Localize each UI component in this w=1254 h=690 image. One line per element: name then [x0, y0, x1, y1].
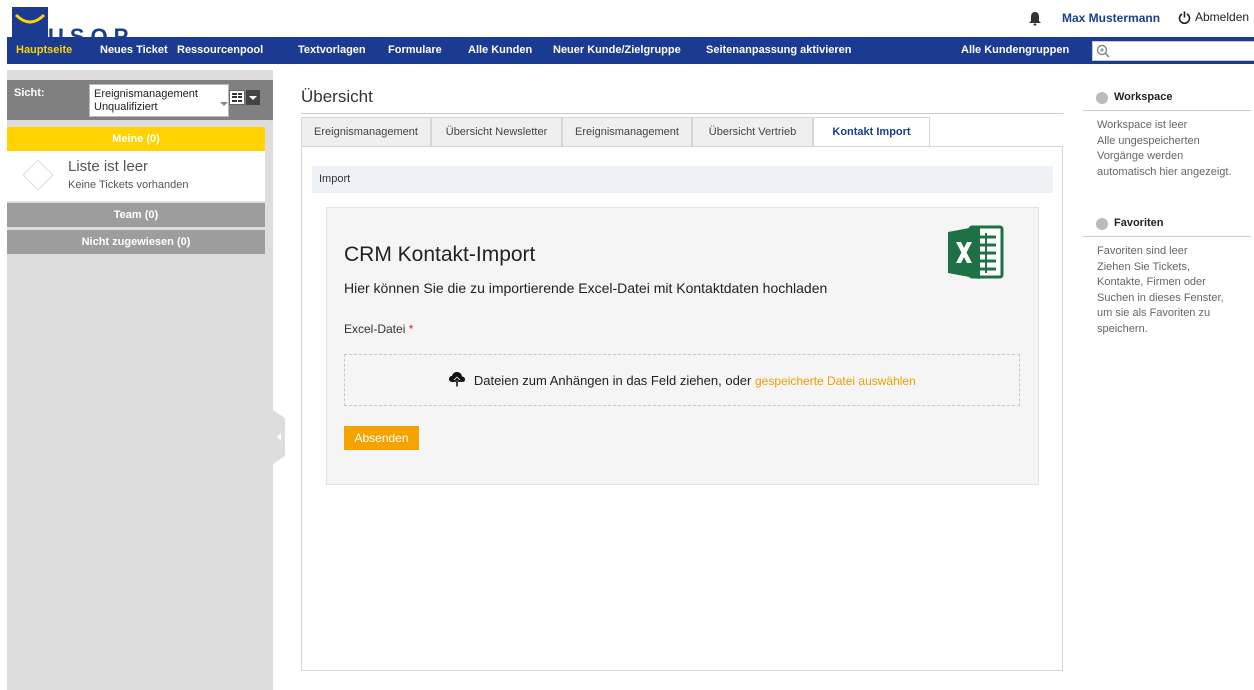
main-nav-bar: Hauptseite Neues Ticket Ressourcenpool T…: [7, 37, 1254, 64]
view-toggle: [229, 90, 260, 105]
tab-uebersicht-newsletter[interactable]: Übersicht Newsletter: [431, 117, 562, 147]
import-description: Hier können Sie die zu importierende Exc…: [344, 280, 828, 296]
submit-button[interactable]: Absenden: [344, 426, 419, 450]
main-content: Übersicht Ereignismanagement Übersicht N…: [301, 70, 1063, 671]
logo-icon: [12, 7, 48, 37]
grid-view-icon[interactable]: [229, 90, 245, 105]
favorites-title: Favoriten: [1114, 217, 1164, 229]
sicht-select[interactable]: Ereignismanagement Unqualifiziert: [89, 84, 229, 117]
tab-kontakt-import[interactable]: Kontakt Import: [813, 117, 930, 147]
favorites-text-line: speichern.: [1097, 322, 1148, 335]
nav-item-ressourcenpool[interactable]: Ressourcenpool: [177, 37, 263, 64]
group-team[interactable]: Team (0): [7, 203, 265, 227]
power-icon: [1178, 11, 1191, 24]
nav-item-textvorlagen[interactable]: Textvorlagen: [298, 37, 366, 64]
workspace-text-line: Vorgänge werden: [1097, 150, 1184, 162]
excel-icon: [948, 225, 1004, 279]
tab-ereignismanagement-2[interactable]: Ereignismanagement: [562, 117, 692, 147]
sicht-bar: Sicht: Ereignismanagement Unqualifiziert: [7, 80, 273, 120]
group-nicht-zugewiesen[interactable]: Nicht zugewiesen (0): [7, 230, 265, 254]
favorites-text-line: Suchen in dieses Fenster,: [1097, 291, 1224, 304]
nav-item-neuer-kunde[interactable]: Neuer Kunde/Zielgruppe: [553, 37, 681, 64]
workspace-header[interactable]: Workspace: [1083, 85, 1251, 111]
nav-item-formulare[interactable]: Formulare: [388, 37, 442, 64]
workspace-text: Workspace ist leer Alle ungespeicherten …: [1097, 118, 1247, 180]
chevron-down-icon: [220, 102, 228, 106]
tab-panel: Import CRM Kontakt-Import Hier können Si…: [301, 146, 1063, 671]
app-window: USOP Max Mustermann Abmelden Hauptseite …: [0, 0, 1254, 690]
import-title: CRM Kontakt-Import: [344, 243, 536, 266]
group-meine[interactable]: Meine (0): [7, 127, 265, 151]
bell-icon[interactable]: [1028, 11, 1042, 26]
file-dropzone[interactable]: Dateien zum Anhängen in das Feld ziehen,…: [344, 354, 1020, 406]
search-icon: [1096, 44, 1110, 58]
star-icon: [1096, 218, 1108, 230]
nav-item-alle-kunden[interactable]: Alle Kunden: [468, 37, 532, 64]
required-marker: *: [408, 322, 414, 336]
import-section-header: Import: [312, 166, 1053, 193]
favorites-text-line: Favoriten sind leer: [1097, 245, 1188, 257]
logout-label: Abmelden: [1195, 10, 1250, 24]
view-dropdown-icon[interactable]: [246, 90, 260, 105]
nav-item-seitenanpassung[interactable]: Seitenanpassung aktivieren: [706, 37, 852, 64]
workspace-text-line: Alle ungespeicherten: [1097, 134, 1200, 147]
select-saved-file-link[interactable]: gespeicherte Datei auswählen: [755, 374, 916, 388]
title-divider: [301, 113, 1063, 114]
user-name-link[interactable]: Max Mustermann: [1062, 11, 1160, 25]
nav-item-neues-ticket[interactable]: Neues Ticket: [100, 37, 168, 64]
favorites-text-line: Kontakte, Firmen oder: [1097, 276, 1206, 288]
empty-list-title: Liste ist leer: [68, 158, 149, 175]
sicht-select-line1: Ereignismanagement: [94, 88, 198, 100]
cloud-upload-icon: [449, 372, 466, 387]
favorites-text-line: um sie als Favoriten zu: [1097, 307, 1211, 319]
nav-search: [1092, 41, 1254, 61]
search-input[interactable]: [1113, 43, 1254, 59]
logo-text: USOP: [48, 24, 135, 37]
empty-ticket-list: Liste ist leer Keine Tickets vorhanden: [7, 151, 265, 201]
tab-uebersicht-vertrieb[interactable]: Übersicht Vertrieb: [692, 117, 813, 147]
excel-file-label: Excel-Datei *: [344, 322, 413, 336]
favorites-header[interactable]: Favoriten: [1083, 211, 1251, 237]
empty-list-subtitle: Keine Tickets vorhanden: [68, 179, 189, 191]
sicht-label: Sicht:: [14, 87, 45, 99]
page-title: Übersicht: [301, 87, 373, 106]
workspace-icon: [1096, 92, 1108, 104]
dropzone-text: Dateien zum Anhängen in das Feld ziehen,…: [473, 373, 752, 388]
workspace-title: Workspace: [1114, 91, 1173, 103]
top-bar: USOP Max Mustermann Abmelden: [0, 0, 1254, 37]
excel-file-label-text: Excel-Datei: [344, 322, 406, 336]
import-card: CRM Kontakt-Import Hier können Sie die z…: [326, 207, 1039, 485]
collapse-sidebar-handle[interactable]: [273, 410, 285, 464]
sidebar: Sicht: Ereignismanagement Unqualifiziert…: [7, 70, 273, 690]
workspace-text-line: Workspace ist leer: [1097, 119, 1188, 131]
tab-ereignismanagement-1[interactable]: Ereignismanagement: [301, 117, 431, 147]
empty-diamond-icon: [22, 159, 54, 191]
logout-button[interactable]: Abmelden: [1178, 10, 1249, 24]
favorites-text: Favoriten sind leer Ziehen Sie Tickets, …: [1097, 244, 1237, 337]
tab-bar: Ereignismanagement Übersicht Newsletter …: [301, 117, 1063, 147]
nav-item-hauptseite[interactable]: Hauptseite: [16, 37, 72, 64]
nav-item-alle-kundengruppen[interactable]: Alle Kundengruppen: [961, 37, 1069, 64]
favorites-text-line: Ziehen Sie Tickets,: [1097, 260, 1190, 273]
workspace-text-line: automatisch hier angezeigt.: [1097, 165, 1232, 178]
sicht-select-line2: Unqualifiziert: [94, 101, 158, 113]
